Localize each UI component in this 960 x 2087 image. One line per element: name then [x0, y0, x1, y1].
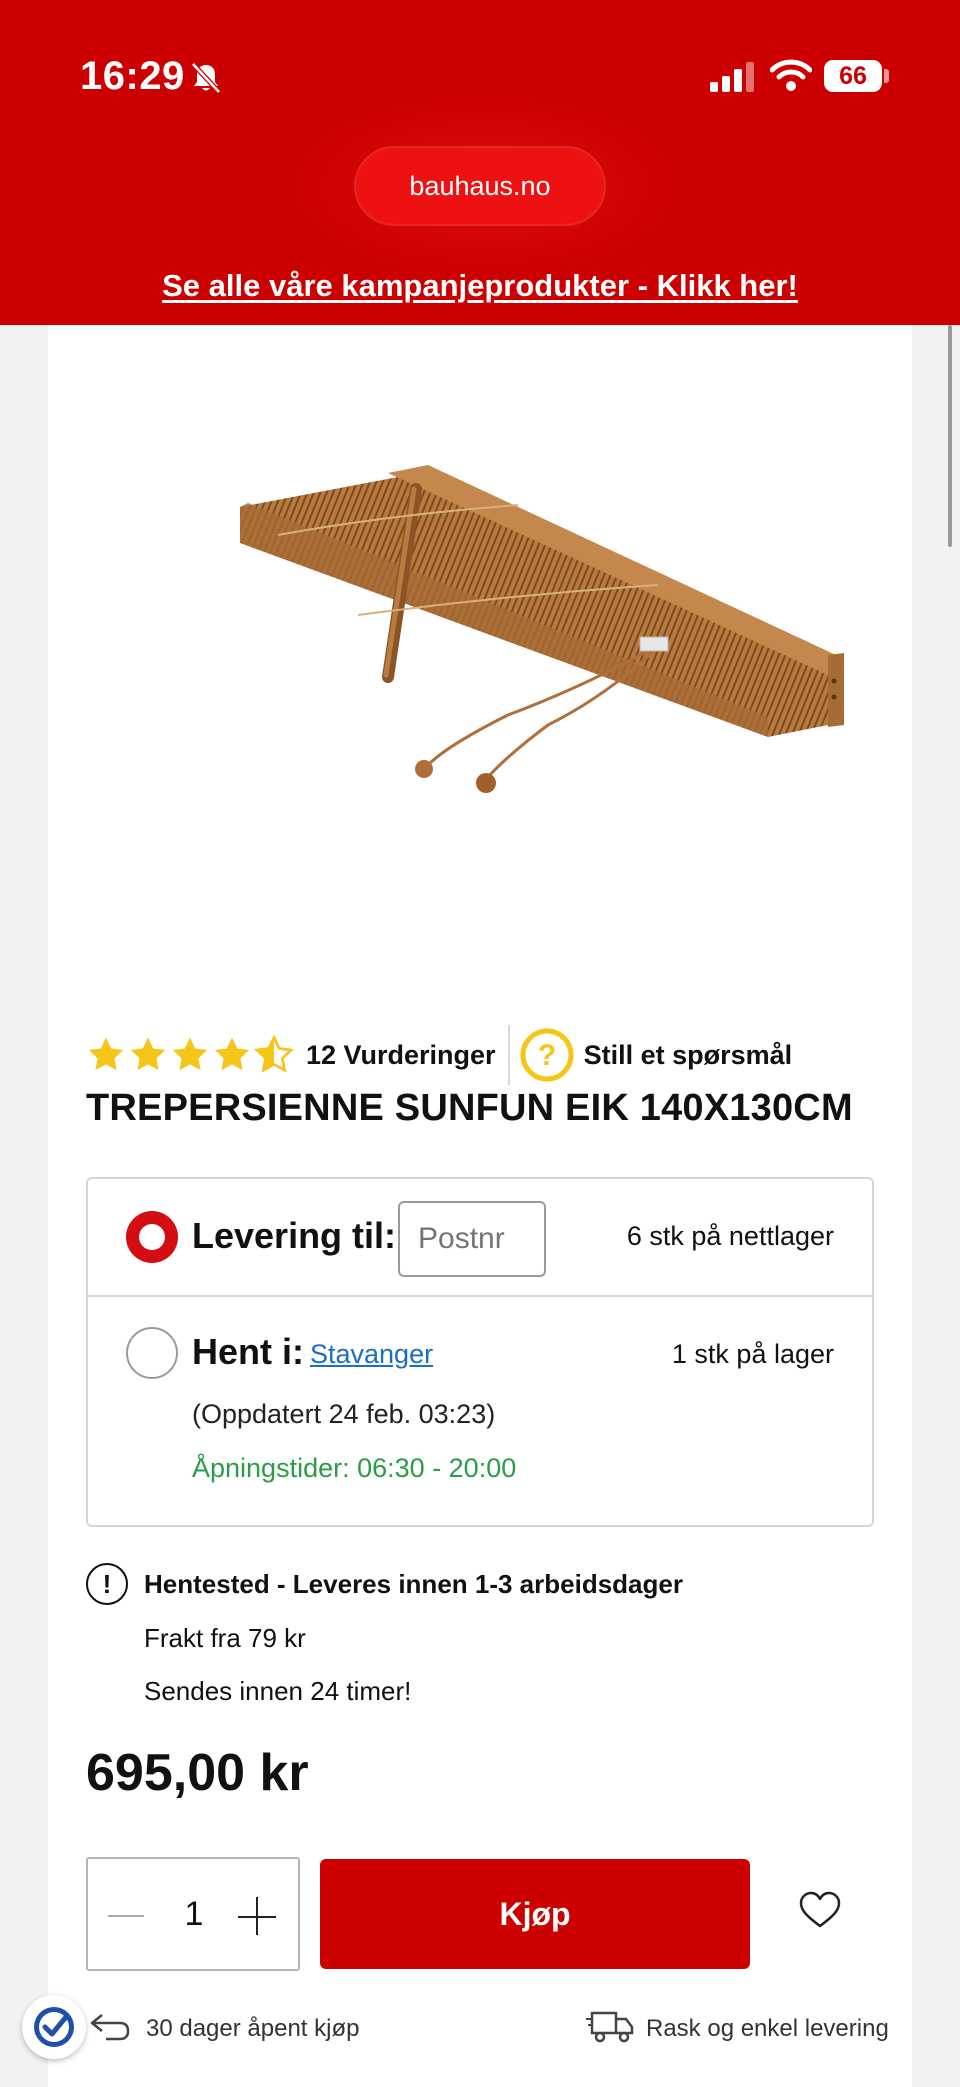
freight-info: Frakt fra 79 kr — [144, 1623, 306, 1653]
battery-tip — [884, 69, 889, 83]
status-time: 16:29 — [80, 54, 185, 98]
stock-updated: (Oppdatert 24 feb. 03:23) — [192, 1399, 496, 1429]
delivery-option-home[interactable]: Levering til: 6 stk på nettlager — [88, 1179, 872, 1297]
campaign-link[interactable]: Se alle våre kampanjeprodukter - Klikk h… — [0, 268, 960, 304]
returns-perk: 30 dager åpent kjøp — [146, 2015, 360, 2042]
store-stock: 1 stk på lager — [671, 1339, 834, 1369]
product-title: TREPERSIENNE SUNFUN EIK 140X130CM — [86, 1087, 853, 1129]
check-shield-icon — [34, 2007, 74, 2047]
url-bar[interactable]: bauhaus.no — [356, 148, 604, 224]
postnr-input[interactable] — [398, 1201, 546, 1277]
info-icon: ! — [86, 1563, 128, 1605]
question-icon[interactable]: ? — [520, 1028, 574, 1082]
return-arrow-icon — [90, 2014, 130, 2041]
dispatch-info: Sendes innen 24 timer! — [144, 1676, 412, 1706]
heart-icon[interactable] — [798, 1890, 842, 1930]
battery-indicator: 66 — [824, 60, 882, 92]
trust-badge[interactable] — [22, 1995, 86, 2059]
decrease-quantity-button[interactable] — [106, 1899, 146, 1933]
store-link[interactable]: Stavanger — [310, 1339, 433, 1370]
star-icon — [214, 1037, 250, 1071]
pickup-label: Hent i: — [192, 1331, 304, 1372]
signal-icon — [710, 62, 754, 92]
star-rating[interactable] — [86, 1035, 294, 1075]
increase-quantity-button[interactable] — [238, 1897, 278, 1937]
scrollbar[interactable] — [948, 325, 952, 547]
product-card: 12 Vurderinger ? Still et spørsmål TREPE… — [22, 325, 912, 2087]
pickup-radio[interactable] — [126, 1327, 178, 1379]
truck-icon — [586, 2011, 634, 2043]
star-icon — [130, 1037, 166, 1071]
browser-header: 16:29 66 bauhaus.no Se alle våre kampanj… — [0, 0, 960, 325]
svg-text:?: ? — [537, 1039, 555, 1072]
delivery-radio-selected[interactable] — [126, 1211, 178, 1263]
product-price: 695,00 kr — [86, 1744, 309, 1802]
wifi-icon — [770, 59, 812, 91]
product-image[interactable] — [188, 385, 868, 805]
buy-button[interactable]: Kjøp — [320, 1859, 750, 1969]
divider — [507, 1025, 510, 1085]
opening-hours: Åpningstider: 06:30 - 20:00 — [192, 1453, 517, 1483]
online-stock: 6 stk på nettlager — [626, 1221, 834, 1251]
star-icon — [172, 1037, 208, 1071]
quantity-stepper: 1 — [86, 1857, 300, 1971]
delivery-perk: Rask og enkel levering — [646, 2015, 889, 2042]
bell-off-icon — [191, 62, 221, 94]
shipping-title: Hentested - Leveres innen 1-3 arbeidsdag… — [144, 1569, 683, 1599]
ask-question-link[interactable]: Still et spørsmål — [584, 1040, 793, 1071]
quantity-value[interactable]: 1 — [176, 1895, 212, 1934]
rating-row: 12 Vurderinger ? Still et spørsmål — [86, 1025, 792, 1085]
delivery-options: Levering til: 6 stk på nettlager Hent i:… — [86, 1177, 874, 1527]
star-icon — [88, 1037, 124, 1071]
half-star-icon — [254, 1035, 294, 1073]
reviews-link[interactable]: 12 Vurderinger — [306, 1040, 496, 1071]
delivery-label: Levering til: — [192, 1215, 397, 1256]
